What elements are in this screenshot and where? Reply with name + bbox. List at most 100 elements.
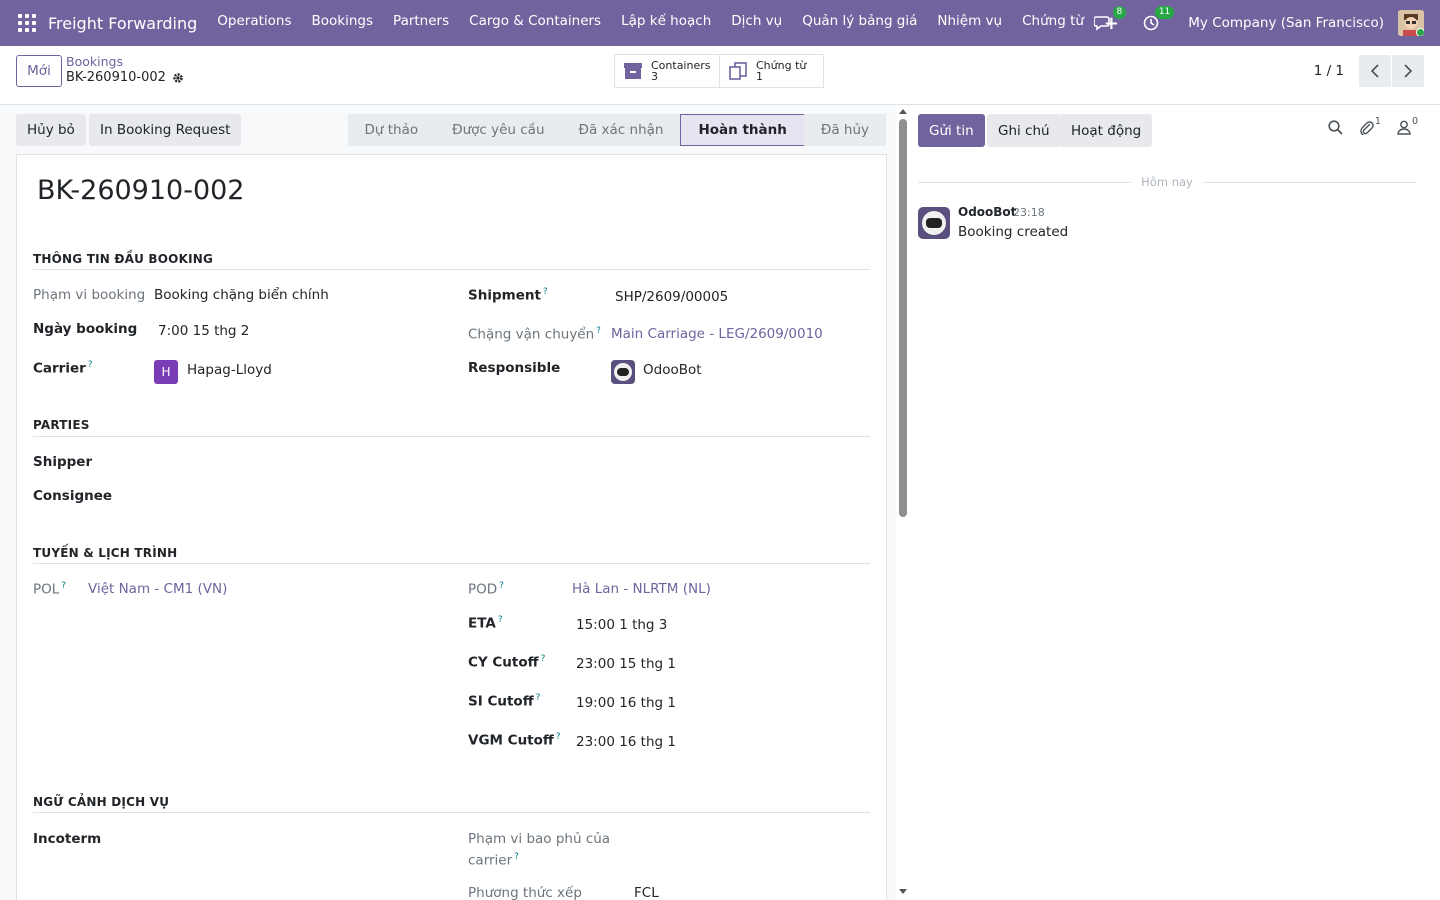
send-message-button[interactable]: Gửi tin [918,114,985,147]
section-title-route: TUYẾN & LỊCH TRÌNH [33,546,178,560]
pod-field[interactable]: Hà Lan - NLRTM (NL) [572,581,711,597]
messages-badge: 8 [1112,6,1127,19]
help-icon[interactable]: ? [536,693,541,703]
user-icon [1397,120,1411,135]
pager-next-button[interactable] [1392,55,1424,87]
activity-button[interactable]: Hoạt động [1060,114,1153,147]
stage-done[interactable]: Hoàn thành [680,114,804,146]
section-divider [33,563,870,564]
record-title[interactable]: BK-260910-002 [37,175,244,206]
si-cutoff-label: SI Cutoff? [468,693,540,710]
app-brand[interactable]: Freight Forwarding [48,14,197,33]
cy-cutoff-label-text: CY Cutoff [468,654,539,671]
cy-cutoff-field[interactable]: 23:00 15 thg 1 [576,656,676,672]
user-avatar[interactable] [1398,10,1424,36]
help-icon[interactable]: ? [514,852,519,862]
breadcrumb-current-label: BK-260910-002 [66,70,166,85]
form-scrollbar[interactable] [896,105,910,900]
stage-draft[interactable]: Dự thảo [347,114,436,146]
chatter-tools: 1 0 [1328,115,1418,135]
cancel-button[interactable]: Hủy bỏ [16,114,86,146]
scroll-down-icon[interactable] [899,889,907,894]
booking-scope-field[interactable]: Booking chặng biển chính [154,287,329,303]
help-icon[interactable]: ? [596,326,601,336]
message-author[interactable]: OdooBot [958,205,1016,219]
menu-documents[interactable]: Chứng từ [1012,13,1094,34]
help-icon[interactable]: ? [556,732,561,742]
date-separator-label: Hôm nay [1131,175,1203,189]
help-icon[interactable]: ? [543,287,548,297]
vgm-cutoff-field[interactable]: 23:00 16 thg 1 [576,734,676,750]
booking-date-field[interactable]: 7:00 15 thg 2 [158,323,249,339]
help-icon[interactable]: ? [498,615,503,625]
containers-smart-button[interactable]: Containers 3 [615,55,719,87]
menu-services[interactable]: Dịch vụ [721,13,792,34]
menu-partners[interactable]: Partners [383,13,459,34]
message-time: 23:18 [1013,206,1045,219]
si-cutoff-field[interactable]: 19:00 16 thg 1 [576,695,676,711]
pol-field[interactable]: Việt Nam - CM1 (VN) [88,581,227,597]
activity-clock-icon[interactable]: 11 [1140,6,1175,34]
stage-requested[interactable]: Được yêu cầu [435,114,562,146]
gear-icon[interactable] [172,72,184,84]
eta-label: ETA? [468,615,503,632]
scroll-up-icon[interactable] [899,109,907,114]
consignee-label: Consignee [33,488,113,504]
help-icon[interactable]: ? [541,654,546,664]
message-author-avatar[interactable] [918,207,950,239]
menu-bookings[interactable]: Bookings [302,13,384,34]
leg-label-text: Chặng vận chuyển [468,326,595,343]
attachments-button[interactable]: 1 [1359,115,1381,135]
menu-operations[interactable]: Operations [207,13,301,34]
top-navbar: Freight Forwarding Operations Bookings P… [0,0,1440,46]
documents-smart-button[interactable]: Chứng từ 1 [719,55,823,87]
carrier-coverage-label-line2: carrier [468,852,513,869]
menu-pricing[interactable]: Quản lý bảng giá [792,13,927,34]
followers-button[interactable]: 0 [1397,116,1418,135]
form-statusbar-row: Hủy bỏ In Booking Request Dự thảo Được y… [16,114,886,146]
section-divider [33,812,870,813]
si-cutoff-label-text: SI Cutoff [468,693,534,710]
pager-value[interactable]: 1 / 1 [1314,63,1344,79]
attachments-count: 1 [1374,115,1381,127]
menu-tasks[interactable]: Nhiệm vụ [927,13,1012,34]
search-messages-button[interactable] [1328,119,1343,135]
help-icon[interactable]: ? [61,581,66,591]
company-switcher[interactable]: My Company (San Francisco) [1188,15,1384,31]
eta-field[interactable]: 15:00 1 thg 3 [576,617,667,633]
chatter-pane: Gửi tin Ghi chú Hoạt động 1 0 Hôm nay Od… [910,105,1440,900]
loading-method-field[interactable]: FCL [634,885,659,900]
help-icon[interactable]: ? [499,581,504,591]
new-button[interactable]: Mới [16,55,62,87]
stage-confirmed[interactable]: Đã xác nhận [561,114,681,146]
incoterm-label: Incoterm [33,831,102,847]
apps-menu-icon[interactable] [18,14,36,32]
pager-previous-button[interactable] [1359,55,1391,87]
shipment-field[interactable]: SHP/2609/00005 [615,289,728,305]
paperclip-icon [1360,121,1374,135]
pod-label-text: POD [468,581,498,598]
responsible-field[interactable]: OdooBot [643,362,702,378]
documents-icon [729,62,747,80]
vgm-cutoff-label: VGM Cutoff? [468,732,561,749]
messages-icon[interactable]: 8 [1092,6,1127,34]
section-divider [33,269,870,270]
log-note-button[interactable]: Ghi chú [987,114,1061,147]
print-booking-request-button[interactable]: In Booking Request [89,114,242,146]
stage-cancelled[interactable]: Đã hủy [803,114,886,146]
breadcrumb-parent[interactable]: Bookings [66,54,123,69]
pol-label-text: POL [33,581,60,598]
loading-method-label: Phương thức xếp [468,885,582,900]
menu-cargo-containers[interactable]: Cargo & Containers [459,13,611,34]
containers-count: 3 [651,70,658,83]
vgm-cutoff-label-text: VGM Cutoff [468,732,554,749]
booking-scope-label: Phạm vi booking [33,287,146,303]
leg-field[interactable]: Main Carriage - LEG/2609/0010 [611,326,823,342]
help-icon[interactable]: ? [88,360,93,370]
menu-planning[interactable]: Lập kế hoạch [611,13,721,34]
scrollbar-thumb[interactable] [899,119,907,517]
carrier-avatar: H [154,360,178,384]
carrier-coverage-label: Phạm vi bao phủ của [468,831,610,847]
documents-label: Chứng từ [756,59,807,72]
carrier-field[interactable]: Hapag-Lloyd [187,362,272,378]
